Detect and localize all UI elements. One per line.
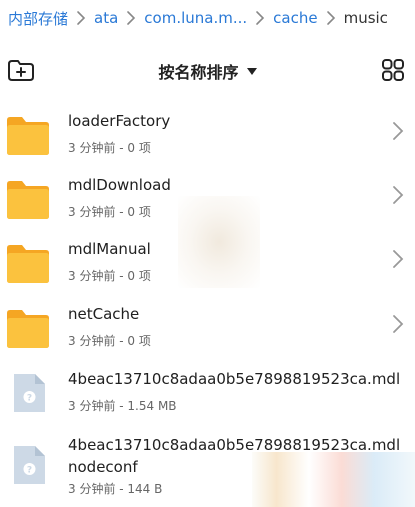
file-meta: 3 分钟前 - 0 项 [68, 141, 151, 155]
file-meta: 3 分钟前 - 0 项 [68, 269, 151, 283]
list-item-folder[interactable]: loaderFactory 3 分钟前 - 0 项 [0, 108, 415, 164]
chevron-right-icon [250, 8, 270, 28]
folder-icon [7, 181, 49, 219]
file-name: mdlManual [68, 240, 151, 258]
breadcrumb-ata[interactable]: ata [94, 9, 118, 27]
breadcrumb-cache[interactable]: cache [273, 9, 317, 27]
folder-icon [7, 245, 49, 283]
toolbar: 按名称排序 [0, 50, 415, 90]
breadcrumb-com-luna[interactable]: com.luna.m... [144, 9, 247, 27]
chevron-right-icon [393, 250, 404, 268]
chevron-right-icon [393, 122, 404, 140]
folder-icon [7, 117, 49, 155]
grid-view-icon[interactable] [379, 57, 407, 83]
list-item-folder[interactable]: netCache 3 分钟前 - 0 项 [0, 301, 415, 357]
chevron-right-icon [121, 8, 141, 28]
file-name: loaderFactory [68, 112, 171, 130]
file-name: netCache [68, 305, 140, 323]
file-meta: 3 分钟前 - 0 项 [68, 334, 151, 348]
chevron-right-icon [321, 8, 341, 28]
folder-icon [7, 310, 49, 348]
file-meta: 3 分钟前 - 0 项 [68, 205, 151, 219]
breadcrumb: 内部存储 ata com.luna.m... cache music [0, 0, 415, 36]
chevron-right-icon [393, 315, 404, 333]
list-item-file[interactable]: ? 4beac13710c8adaa0b5e7898819523ca.mdl 3… [0, 366, 415, 422]
unknown-file-icon: ? [14, 446, 45, 484]
file-name: mdlDownload [68, 176, 171, 194]
breadcrumb-internal-storage[interactable]: 内部存储 [8, 8, 68, 29]
sort-label: 按名称排序 [158, 63, 239, 82]
smudge-overlay [252, 452, 415, 507]
breadcrumb-music: music [343, 9, 388, 27]
svg-text:?: ? [27, 466, 32, 476]
svg-text:?: ? [27, 394, 32, 404]
sort-dropdown[interactable]: 按名称排序 [0, 59, 415, 83]
caret-down-icon [246, 68, 257, 75]
file-name: 4beac13710c8adaa0b5e7898819523ca.mdl [68, 370, 401, 388]
chevron-right-icon [71, 8, 91, 28]
file-meta: 3 分钟前 - 144 B [68, 482, 163, 496]
unknown-file-icon: ? [14, 374, 45, 412]
file-meta: 3 分钟前 - 1.54 MB [68, 399, 177, 413]
chevron-right-icon [393, 186, 404, 204]
smudge-overlay [178, 196, 260, 288]
